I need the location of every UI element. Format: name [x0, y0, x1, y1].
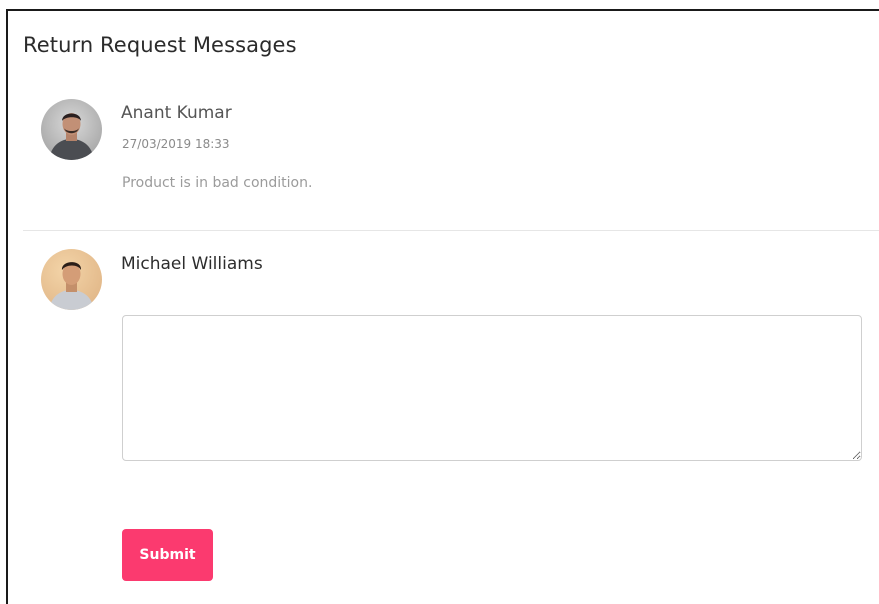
message-author-name: Anant Kumar — [121, 103, 232, 123]
submit-button[interactable]: Submit — [122, 529, 213, 581]
divider — [23, 230, 879, 231]
page-title: Return Request Messages — [23, 33, 297, 57]
message-body: Product is in bad condition. — [122, 175, 313, 191]
reply-author-name: Michael Williams — [121, 254, 263, 274]
reply-message-textarea[interactable] — [122, 315, 862, 461]
avatar — [41, 249, 102, 310]
return-request-messages-panel: Return Request Messages Anant Kumar 27/0… — [6, 9, 879, 604]
user-avatar-icon — [41, 99, 102, 160]
user-avatar-icon — [41, 249, 102, 310]
avatar — [41, 99, 102, 160]
message-timestamp: 27/03/2019 18:33 — [122, 137, 230, 151]
